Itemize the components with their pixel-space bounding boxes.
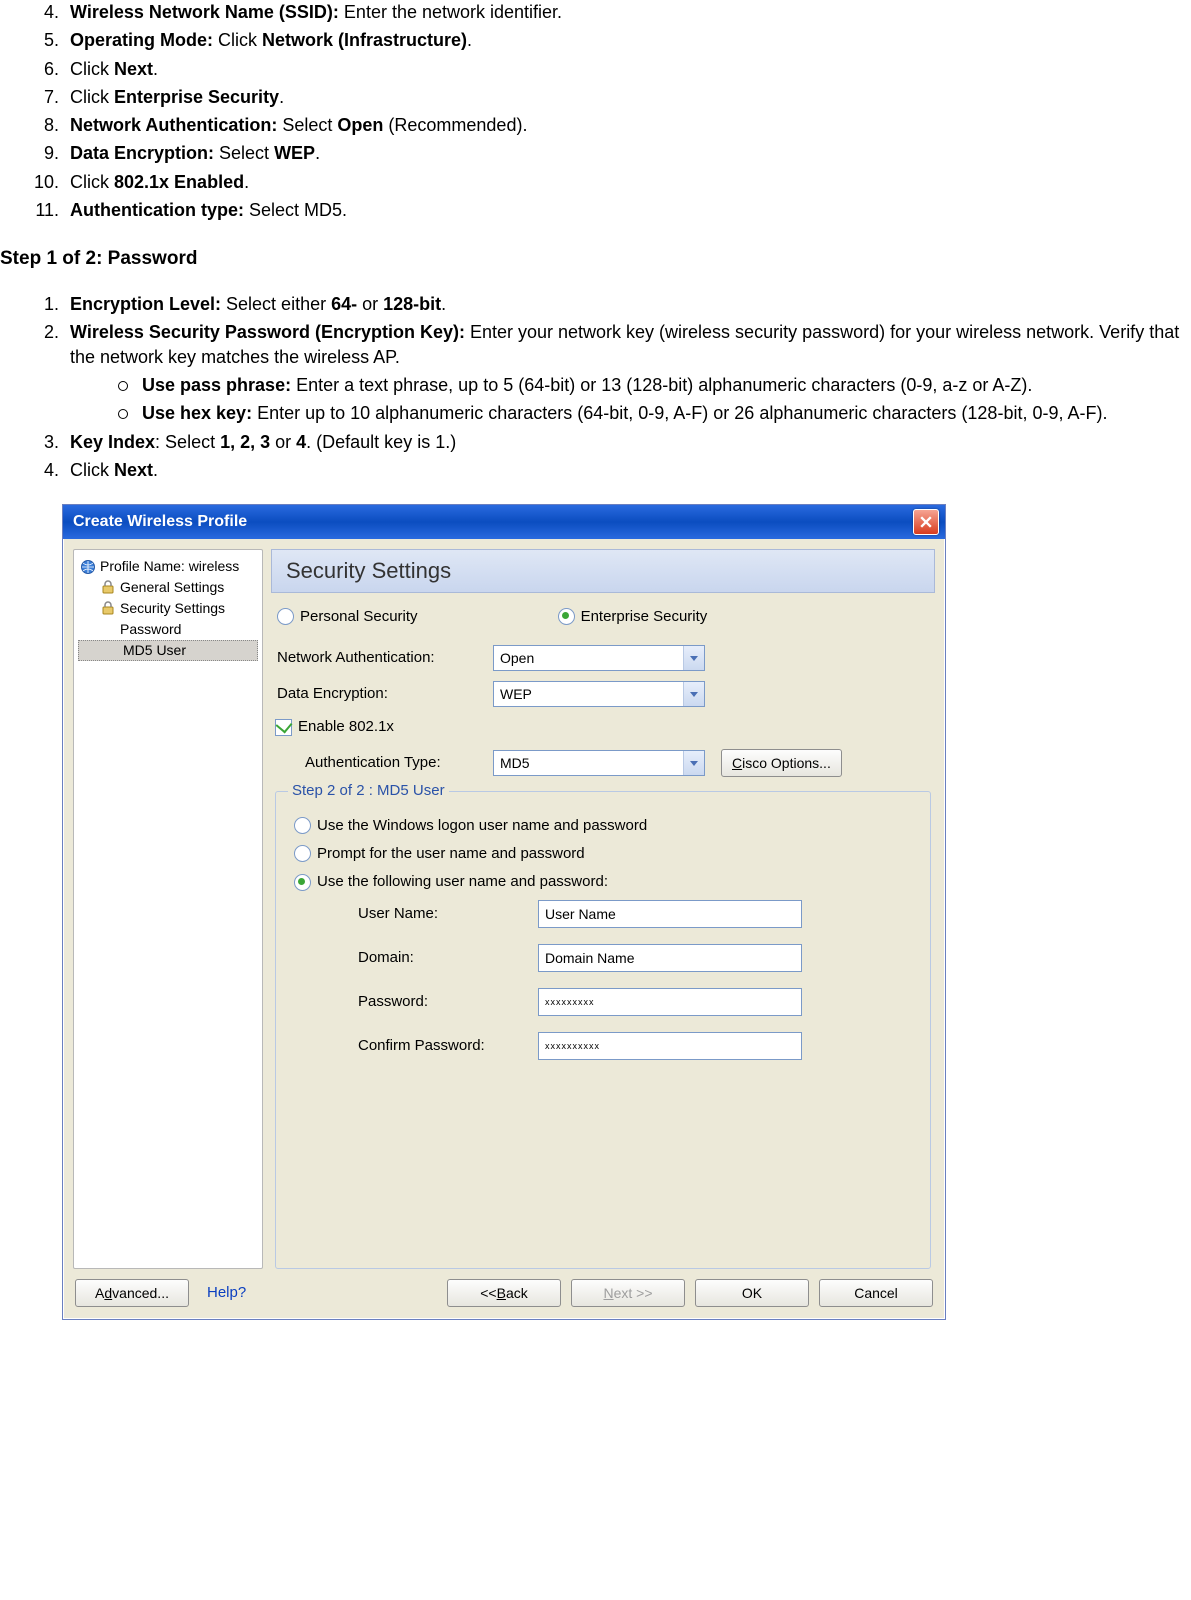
step-7: Click Enterprise Security.	[64, 85, 1183, 109]
tree-security-settings[interactable]: Security Settings	[76, 598, 260, 619]
combo-value: Open	[500, 649, 534, 668]
pwstep-1: Encryption Level: Select either 64- or 1…	[64, 292, 1183, 316]
pwstep-2: Wireless Security Password (Encryption K…	[64, 320, 1183, 425]
tree-label: MD5 User	[123, 641, 186, 660]
pwstep-3: Key Index: Select 1, 2, 3 or 4. (Default…	[64, 430, 1183, 454]
help-link[interactable]: Help?	[207, 1283, 246, 1303]
checkbox-icon	[275, 719, 292, 736]
profile-tree: Profile Name: wireless General Settings …	[73, 549, 263, 1269]
close-icon	[920, 516, 932, 528]
step2-legend: Step 2 of 2 : MD5 User	[288, 781, 449, 801]
checkbox-label: Enable 802.1x	[298, 717, 394, 737]
radio-label: Prompt for the user name and password	[317, 844, 585, 864]
password-input[interactable]: xxxxxxxxx	[538, 988, 802, 1016]
radio-label: Enterprise Security	[581, 607, 708, 627]
step-10: Click 802.1x Enabled.	[64, 170, 1183, 194]
dialog-title: Create Wireless Profile	[73, 511, 913, 533]
chevron-down-icon	[683, 682, 704, 706]
enable-8021x-checkbox[interactable]: Enable 802.1x	[275, 717, 935, 737]
create-wireless-profile-dialog: Create Wireless Profile Profile Name: wi…	[62, 504, 946, 1320]
instructions-top: Wireless Network Name (SSID): Enter the …	[0, 0, 1183, 222]
auth-type-label: Authentication Type:	[305, 753, 493, 773]
instructions-bottom: Encryption Level: Select either 64- or 1…	[0, 292, 1183, 482]
opt-prompt-radio[interactable]: Prompt for the user name and password	[294, 844, 918, 864]
data-encryption-label: Data Encryption:	[277, 684, 493, 704]
step-8: Network Authentication: Select Open (Rec…	[64, 113, 1183, 137]
step-heading: Step 1 of 2: Password	[0, 246, 1183, 272]
step-5: Operating Mode: Click Network (Infrastru…	[64, 28, 1183, 52]
step-9: Data Encryption: Select WEP.	[64, 141, 1183, 165]
radio-icon	[277, 608, 294, 625]
pwstep-4: Click Next.	[64, 458, 1183, 482]
close-button[interactable]	[913, 509, 939, 535]
button-bar: Advanced... Help? << Back Next >> OK Can…	[63, 1269, 945, 1319]
step-11: Authentication type: Select MD5.	[64, 198, 1183, 222]
user-name-input[interactable]: User Name	[538, 900, 802, 928]
confirm-password-input[interactable]: xxxxxxxxxx	[538, 1032, 802, 1060]
tree-label: Profile Name: wireless	[100, 557, 239, 576]
input-value: Domain Name	[545, 949, 634, 968]
domain-label: Domain:	[358, 948, 538, 968]
chevron-down-icon	[683, 751, 704, 775]
pwstep-2b: Use hex key: Enter up to 10 alphanumeric…	[114, 401, 1183, 425]
cisco-options-button[interactable]: Cisco Options...	[721, 749, 842, 777]
pwstep-2a: Use pass phrase: Enter a text phrase, up…	[114, 373, 1183, 397]
lock-icon	[100, 579, 116, 595]
tree-label: General Settings	[120, 578, 224, 597]
auth-type-combo[interactable]: MD5	[493, 750, 705, 776]
radio-icon	[294, 845, 311, 862]
step-4: Wireless Network Name (SSID): Enter the …	[64, 0, 1183, 24]
opt-windows-logon-radio[interactable]: Use the Windows logon user name and pass…	[294, 816, 918, 836]
network-auth-label: Network Authentication:	[277, 648, 493, 668]
tree-password[interactable]: Password	[76, 619, 260, 640]
radio-icon	[294, 874, 311, 891]
enterprise-security-radio[interactable]: Enterprise Security	[558, 607, 708, 627]
combo-value: WEP	[500, 685, 532, 704]
next-button[interactable]: Next >>	[571, 1279, 685, 1307]
confirm-password-label: Confirm Password:	[358, 1036, 538, 1056]
password-label: Password:	[358, 992, 538, 1012]
personal-security-radio[interactable]: Personal Security	[277, 607, 418, 627]
cancel-button[interactable]: Cancel	[819, 1279, 933, 1307]
step2-fieldset: Step 2 of 2 : MD5 User Use the Windows l…	[275, 781, 931, 1269]
step-6: Click Next.	[64, 57, 1183, 81]
tree-profile-name[interactable]: Profile Name: wireless	[76, 556, 260, 577]
chevron-down-icon	[683, 646, 704, 670]
ok-button[interactable]: OK	[695, 1279, 809, 1307]
input-value: User Name	[545, 905, 616, 924]
tree-md5-user[interactable]: MD5 User	[78, 640, 258, 661]
domain-input[interactable]: Domain Name	[538, 944, 802, 972]
opt-following-radio[interactable]: Use the following user name and password…	[294, 872, 918, 892]
radio-icon	[294, 817, 311, 834]
panel-title: Security Settings	[271, 549, 935, 593]
pwstep-2-sub: Use pass phrase: Enter a text phrase, up…	[70, 373, 1183, 426]
tree-label: Password	[120, 620, 181, 639]
advanced-button[interactable]: Advanced...	[75, 1279, 189, 1307]
radio-label: Use the Windows logon user name and pass…	[317, 816, 647, 836]
user-name-label: User Name:	[358, 904, 538, 924]
input-value: xxxxxxxxx	[545, 996, 595, 1008]
radio-label: Personal Security	[300, 607, 418, 627]
network-auth-combo[interactable]: Open	[493, 645, 705, 671]
tree-general-settings[interactable]: General Settings	[76, 577, 260, 598]
lock-icon	[100, 600, 116, 616]
back-button[interactable]: << Back	[447, 1279, 561, 1307]
radio-label: Use the following user name and password…	[317, 872, 608, 892]
combo-value: MD5	[500, 754, 530, 773]
titlebar: Create Wireless Profile	[63, 505, 945, 539]
tree-label: Security Settings	[120, 599, 225, 618]
radio-icon	[558, 608, 575, 625]
globe-icon	[80, 559, 96, 575]
input-value: xxxxxxxxxx	[545, 1040, 600, 1052]
data-encryption-combo[interactable]: WEP	[493, 681, 705, 707]
